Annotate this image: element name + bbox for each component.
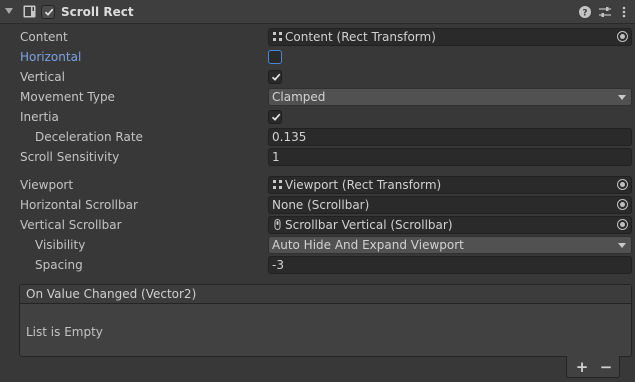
vertical-label: Vertical [20,70,65,84]
horizontal-label: Horizontal [20,50,82,64]
spacing-input[interactable]: -3 [268,256,632,274]
horizontal-scrollbar-field[interactable]: None (Scrollbar) [268,196,632,214]
component-title: Scroll Rect [61,5,134,19]
movement-type-value: Clamped [272,90,326,104]
inertia-label: Inertia [20,110,59,124]
horizontal-checkbox[interactable] [268,50,282,64]
add-listener-button[interactable]: + [573,358,591,376]
event-header: On Value Changed (Vector2) [20,285,631,304]
viewport-field[interactable]: Viewport (Rect Transform) [268,176,632,194]
scroll-sensitivity-value: 1 [272,150,280,164]
vertical-scrollbar-field[interactable]: Scrollbar Vertical (Scrollbar) [268,216,632,234]
scroll-sensitivity-input[interactable]: 1 [268,148,632,166]
movement-type-dropdown[interactable]: Clamped [268,88,632,106]
checkmark-icon [271,73,281,81]
chevron-down-icon [618,95,626,100]
scroll-rect-icon [23,5,36,18]
content-label: Content [20,30,68,44]
vertical-scrollbar-label: Vertical Scrollbar [20,218,122,232]
deceleration-rate-value: 0.135 [272,130,307,144]
rect-transform-icon [273,32,282,41]
content-field[interactable]: Content (Rect Transform) [268,28,632,46]
help-icon[interactable]: ? [578,5,592,19]
visibility-label: Visibility [35,238,86,252]
inertia-checkbox[interactable] [268,110,282,124]
component-enabled-checkbox[interactable] [41,5,55,19]
horizontal-scrollbar-label: Horizontal Scrollbar [20,198,138,212]
presets-icon[interactable] [598,5,612,19]
context-menu-icon[interactable] [617,5,631,19]
object-picker-icon[interactable] [617,199,628,210]
deceleration-rate-label: Deceleration Rate [35,130,143,144]
event-empty-text: List is Empty [26,325,103,339]
spacing-label: Spacing [35,258,83,272]
viewport-value: Viewport (Rect Transform) [285,178,442,192]
horizontal-scrollbar-value: None (Scrollbar) [272,198,370,212]
movement-type-label: Movement Type [20,90,115,104]
scroll-sensitivity-label: Scroll Sensitivity [20,150,120,164]
deceleration-rate-input[interactable]: 0.135 [268,128,632,146]
chevron-down-icon [618,243,626,248]
checkmark-icon [271,113,281,121]
content-value: Content (Rect Transform) [285,30,436,44]
svg-text:?: ? [582,9,587,19]
spacing-value: -3 [272,258,284,272]
component-header: Scroll Rect ? [0,0,635,24]
vertical-checkbox[interactable] [268,70,282,84]
rect-transform-icon [273,180,282,189]
viewport-label: Viewport [20,178,74,192]
remove-listener-button[interactable]: − [597,358,615,376]
visibility-dropdown[interactable]: Auto Hide And Expand Viewport [268,236,632,254]
object-picker-icon[interactable] [617,179,628,190]
on-value-changed-event: On Value Changed (Vector2) List is Empty [19,284,632,357]
checkmark-icon [44,8,54,16]
object-picker-icon[interactable] [617,31,628,42]
scrollbar-icon [274,219,281,230]
fold-arrow-icon[interactable] [5,8,13,14]
vertical-scrollbar-value: Scrollbar Vertical (Scrollbar) [285,218,453,232]
object-picker-icon[interactable] [617,219,628,230]
visibility-value: Auto Hide And Expand Viewport [272,238,464,252]
event-footer: + − [566,356,620,378]
